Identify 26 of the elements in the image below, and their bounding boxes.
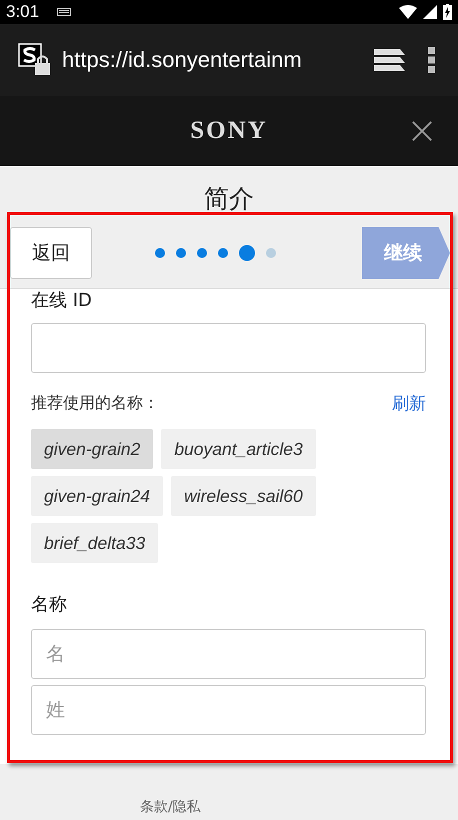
status-time: 3:01 <box>6 2 40 22</box>
battery-icon <box>443 4 452 20</box>
wifi-icon <box>399 5 417 19</box>
tabs-icon[interactable] <box>374 49 406 71</box>
suggestion-chip[interactable]: given-grain24 <box>31 476 164 516</box>
terms-link[interactable]: 条款/隐私 <box>140 798 201 816</box>
field-label: 名称 <box>31 593 68 617</box>
menu-icon[interactable] <box>428 47 436 73</box>
suggestion-chip[interactable]: brief_delta33 <box>31 523 158 563</box>
suggestion-chip[interactable]: buoyant_article3 <box>161 429 316 469</box>
signal-icon <box>423 5 437 19</box>
url-text[interactable]: https://id.sonyentertainm <box>62 47 364 73</box>
site-lock-icon <box>18 43 52 77</box>
field-label: 在线 ID <box>31 289 93 313</box>
page-title: 简介 <box>203 183 255 212</box>
online-id-field[interactable] <box>31 323 426 373</box>
first-name-field[interactable]: 名 <box>31 629 426 679</box>
brand-logo: SONY <box>190 117 268 145</box>
keyboard-icon <box>57 8 72 16</box>
last-name-field[interactable]: 姓 <box>31 685 426 735</box>
refresh-link[interactable]: 刷新 <box>392 392 426 414</box>
suggestion-label: 推荐使用的名称： <box>31 392 159 414</box>
suggestion-chip[interactable]: given-grain2 <box>31 429 154 469</box>
back-button[interactable]: 返回 <box>10 227 92 279</box>
suggestion-chip[interactable]: wireless_sail60 <box>171 476 316 516</box>
close-button[interactable]: × <box>406 110 438 150</box>
